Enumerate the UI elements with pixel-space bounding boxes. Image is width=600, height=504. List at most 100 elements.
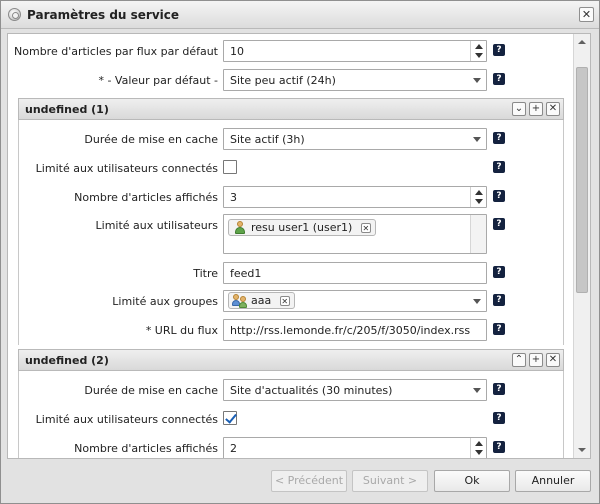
title-label: Titre [193,267,218,280]
remove-tag-icon[interactable]: ✕ [279,296,290,306]
cancel-button[interactable]: Annuler [515,470,591,492]
articles-shown-label: Nombre d'articles affichés [74,442,218,455]
stepper-buttons[interactable] [470,187,486,207]
stepper-buttons[interactable] [470,41,486,61]
scroll-up-icon[interactable] [578,40,586,44]
help-icon[interactable]: ? [493,132,505,144]
feed-url-row: * URL du flux http://rss.lemonde.fr/c/20… [8,319,574,341]
scrollbar-thumb[interactable] [576,67,588,293]
help-icon[interactable]: ? [493,73,505,85]
help-icon[interactable]: ? [493,441,505,453]
stepper-up-icon[interactable] [475,190,483,195]
cache-duration-row: Durée de mise en cache Site actif (3h) ? [8,128,574,150]
next-button[interactable]: Suivant > [352,470,428,492]
limit-connected-checkbox[interactable] [223,160,237,174]
help-icon[interactable]: ? [493,44,505,56]
group-icon [232,294,249,308]
articles-per-feed-stepper[interactable]: 10 [223,40,487,62]
scroll-down-icon[interactable] [578,448,586,452]
chevron-down-icon[interactable] [473,388,481,393]
stepper-up-icon[interactable] [475,44,483,49]
user-tag[interactable]: resu user1 (user1) ✕ [228,219,376,236]
articles-shown-stepper[interactable]: 2 [223,437,487,458]
vertical-scrollbar[interactable] [573,34,590,458]
expand-section-button[interactable]: ⌃ [512,353,526,367]
help-icon[interactable]: ? [493,190,505,202]
stepper-down-icon[interactable] [475,450,483,455]
limit-groups-select[interactable]: aaa ✕ [223,290,487,312]
articles-per-feed-label: Nombre d'articles par flux par défaut [14,45,218,58]
help-icon[interactable]: ? [493,294,505,306]
limit-connected-label: Limité aux utilisateurs connectés [35,162,218,175]
articles-shown-label: Nombre d'articles affichés [74,191,218,204]
help-icon[interactable]: ? [493,412,505,424]
cache-duration-select[interactable]: Site d'actualités (30 minutes) [223,379,487,401]
default-value-select[interactable]: Site peu actif (24h) [223,69,487,91]
cache-duration-select[interactable]: Site actif (3h) [223,128,487,150]
section-header-1: undefined (1) ⌄ + ✕ [18,98,564,120]
limit-users-multiselect[interactable]: resu user1 (user1) ✕ [223,214,487,254]
articles-shown-row: Nombre d'articles affichés 2 ? [8,437,574,458]
user-tag-label: resu user1 (user1) [251,221,353,234]
service-settings-icon [8,8,21,21]
help-icon[interactable]: ? [493,383,505,395]
default-value-selected: Site peu actif (24h) [230,74,336,87]
chevron-down-icon[interactable] [473,137,481,142]
remove-section-button[interactable]: ✕ [546,353,560,367]
title-row: Titre feed1 ? [8,262,574,284]
default-value-label: * - Valeur par défaut - [98,74,218,87]
remove-section-button[interactable]: ✕ [546,102,560,116]
section-title: undefined (1) [25,103,109,116]
stepper-down-icon[interactable] [475,199,483,204]
limit-connected-row: Limité aux utilisateurs connectés ? [8,157,574,179]
limit-connected-label: Limité aux utilisateurs connectés [35,413,218,426]
articles-shown-row: Nombre d'articles affichés 3 ? [8,186,574,208]
dialog-title: Paramètres du service [27,8,180,22]
limit-groups-row: Limité aux groupes aaa ✕ ? [8,290,574,312]
close-icon[interactable]: ✕ [579,7,594,22]
title-value: feed1 [230,267,262,280]
title-input[interactable]: feed1 [223,262,487,284]
previous-button[interactable]: < Précédent [271,470,347,492]
stepper-down-icon[interactable] [475,53,483,58]
add-section-button[interactable]: + [529,353,543,367]
help-icon[interactable]: ? [493,161,505,173]
cache-duration-label: Durée de mise en cache [84,384,218,397]
section-header-2: undefined (2) ⌃ + ✕ [18,349,564,371]
default-value-row: * - Valeur par défaut - Site peu actif (… [8,69,574,91]
limit-users-label: Limité aux utilisateurs [95,219,218,232]
cache-duration-row: Durée de mise en cache Site d'actualités… [8,379,574,401]
collapse-section-button[interactable]: ⌄ [512,102,526,116]
articles-shown-value: 3 [230,191,237,204]
cache-duration-selected: Site actif (3h) [230,133,305,146]
service-settings-dialog: Paramètres du service ✕ Nombre d'article… [0,0,600,504]
articles-per-feed-value: 10 [230,45,244,58]
help-icon[interactable]: ? [493,323,505,335]
help-icon[interactable]: ? [493,218,505,230]
settings-scroll-area[interactable]: Nombre d'articles par flux par défaut 10… [7,33,591,459]
limit-connected-row: Limité aux utilisateurs connectés ? [8,408,574,430]
dialog-titlebar: Paramètres du service ✕ [1,1,599,29]
group-tag-label: aaa [251,294,272,307]
stepper-up-icon[interactable] [475,441,483,446]
chevron-down-icon[interactable] [473,78,481,83]
articles-shown-stepper[interactable]: 3 [223,186,487,208]
remove-tag-icon[interactable]: ✕ [360,223,371,233]
section-title: undefined (2) [25,354,109,367]
cache-duration-selected: Site d'actualités (30 minutes) [230,384,393,397]
limit-users-row: Limité aux utilisateurs resu user1 (user… [8,214,574,254]
feed-url-input[interactable]: http://rss.lemonde.fr/c/205/f/3050/index… [223,319,487,341]
limit-groups-label: Limité aux groupes [112,295,218,308]
add-section-button[interactable]: + [529,102,543,116]
limit-connected-checkbox[interactable] [223,411,237,425]
multiselect-scrollbar[interactable] [470,215,486,253]
articles-per-feed-row: Nombre d'articles par flux par défaut 10… [8,40,574,62]
group-tag[interactable]: aaa ✕ [228,292,295,309]
cache-duration-label: Durée de mise en cache [84,133,218,146]
stepper-buttons[interactable] [470,438,486,458]
feed-url-label: * URL du flux [145,324,218,337]
ok-button[interactable]: Ok [434,470,510,492]
articles-shown-value: 2 [230,442,237,455]
chevron-down-icon[interactable] [473,299,481,304]
help-icon[interactable]: ? [493,266,505,278]
